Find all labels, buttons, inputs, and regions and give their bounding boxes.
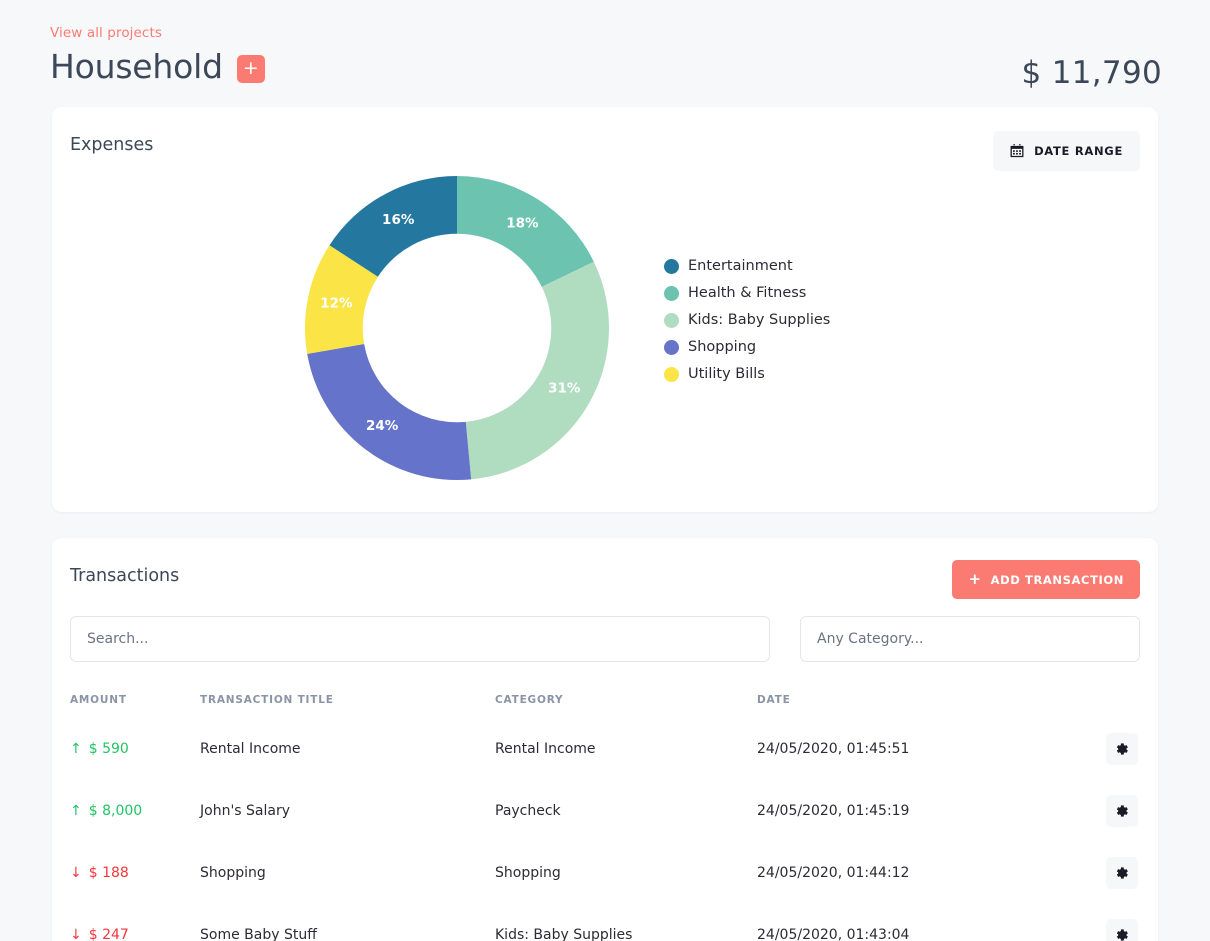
amount-direction-icon: ↑ (70, 803, 82, 819)
amount-direction-icon: ↑ (70, 741, 82, 757)
table-row[interactable]: ↑ $ 8,000 John's Salary Paycheck 24/05/2020,… (52, 780, 1158, 842)
transactions-table-head: AMOUNT TRANSACTION TITLE CATEGORY DATE (52, 682, 1158, 718)
cell-date: 24/05/2020, 01:45:51 (757, 741, 910, 757)
donut-slice-label: 18% (506, 216, 539, 232)
cell-transaction-title: Rental Income (200, 741, 301, 757)
donut-slice-label: 12% (320, 295, 353, 311)
legend-item[interactable]: Shopping (664, 339, 830, 355)
cell-amount: ↓ $ 247 (52, 904, 200, 941)
column-header-title[interactable]: TRANSACTION TITLE (200, 682, 495, 718)
total-amount: $ 11,790 (1021, 55, 1162, 91)
cell-transaction-title: Shopping (200, 865, 266, 881)
transactions-card-title: Transactions (70, 566, 180, 586)
row-settings-button[interactable] (1106, 919, 1138, 941)
cell-actions (1047, 718, 1158, 780)
legend-item[interactable]: Entertainment (664, 258, 830, 274)
legend-item-label: Kids: Baby Supplies (688, 312, 831, 328)
cell-amount: ↑ $ 590 (52, 718, 200, 780)
legend-item-label: Entertainment (688, 258, 793, 274)
legend-item[interactable]: Health & Fitness (664, 285, 830, 301)
legend-color-swatch (664, 258, 679, 274)
table-row[interactable]: ↑ $ 590 Rental Income Rental Income 24/05/20… (52, 718, 1158, 780)
expenses-card: Expenses DATE RANGE 18% 31% 24% 12% 16% (52, 107, 1158, 512)
add-project-button[interactable]: + (236, 54, 265, 83)
search-input[interactable] (70, 616, 770, 662)
legend-color-swatch (664, 312, 679, 328)
gear-icon (1115, 804, 1129, 818)
amount-value: $ 8,000 (88, 803, 143, 819)
row-settings-button[interactable] (1106, 733, 1138, 765)
category-filter-input[interactable] (800, 616, 1140, 662)
page-title: Household (50, 47, 223, 86)
row-settings-button[interactable] (1106, 795, 1138, 827)
cell-amount: ↑ $ 8,000 (52, 780, 200, 842)
cell-category: Shopping (495, 865, 561, 881)
chart-legend: Entertainment Health & Fitness Kids: Baby … (664, 258, 830, 382)
table-row[interactable]: ↓ $ 188 Shopping Shopping 24/05/2020, 01:44:… (52, 842, 1158, 904)
amount-value: $ 590 (88, 741, 129, 757)
gear-icon (1115, 866, 1129, 880)
cell-actions (1047, 904, 1158, 941)
donut-svg: 18% 31% 24% 12% 16% (305, 176, 609, 481)
column-header-actions (1047, 682, 1158, 718)
amount-direction-icon: ↓ (70, 865, 82, 881)
title-row: Household + (50, 50, 1160, 83)
gear-icon (1115, 928, 1129, 941)
add-transaction-button[interactable]: + ADD TRANSACTION (952, 560, 1140, 599)
amount-value: $ 188 (88, 865, 129, 881)
donut-slice-label: 16% (382, 212, 415, 228)
view-all-projects-link[interactable]: View all projects (50, 25, 162, 41)
cell-date: 24/05/2020, 01:43:04 (757, 927, 910, 941)
legend-color-swatch (664, 366, 679, 382)
plus-icon: + (968, 570, 982, 588)
gear-icon (1115, 742, 1129, 756)
legend-item-label: Shopping (688, 339, 757, 355)
cell-transaction-title: John's Salary (200, 803, 291, 819)
cell-transaction-title: Some Baby Stuff (200, 927, 317, 941)
legend-item-label: Health & Fitness (688, 285, 807, 301)
legend-color-swatch (664, 339, 679, 355)
row-settings-button[interactable] (1106, 857, 1138, 889)
transactions-card: Transactions + ADD TRANSACTION AMOUNT TR… (52, 538, 1158, 941)
chart-area: 18% 31% 24% 12% 16% Entertainment Health & Fi… (52, 163, 1158, 493)
page-header: View all projects Household + $ 11,790 (0, 0, 1210, 91)
amount-direction-icon: ↓ (70, 927, 82, 941)
expenses-donut-chart: 18% 31% 24% 12% 16% (302, 173, 612, 483)
cell-category: Kids: Baby Supplies (495, 927, 633, 941)
cell-date: 24/05/2020, 01:44:12 (757, 865, 910, 881)
expenses-card-title: Expenses (70, 135, 154, 155)
cell-category: Rental Income (495, 741, 596, 757)
add-transaction-button-label: ADD TRANSACTION (990, 572, 1124, 587)
legend-item-label: Utility Bills (688, 366, 765, 382)
amount-value: $ 247 (88, 927, 129, 941)
column-header-date[interactable]: DATE (757, 682, 1047, 718)
cell-amount: ↓ $ 188 (52, 842, 200, 904)
donut-slice[interactable] (465, 261, 609, 480)
donut-slice-label: 24% (366, 418, 399, 434)
legend-item[interactable]: Kids: Baby Supplies (664, 312, 830, 328)
donut-slice-label: 31% (548, 380, 581, 396)
table-header-row: AMOUNT TRANSACTION TITLE CATEGORY DATE (52, 682, 1158, 718)
transactions-table: AMOUNT TRANSACTION TITLE CATEGORY DATE ↑… (52, 682, 1158, 941)
transactions-table-body: ↑ $ 590 Rental Income Rental Income 24/05/20… (52, 718, 1158, 941)
cell-category: Paycheck (495, 803, 561, 819)
calendar-icon (1010, 144, 1024, 158)
legend-color-swatch (664, 285, 679, 301)
legend-item[interactable]: Utility Bills (664, 366, 830, 382)
cell-date: 24/05/2020, 01:45:19 (757, 803, 910, 819)
donut-slice[interactable] (307, 344, 472, 481)
cell-actions (1047, 780, 1158, 842)
table-row[interactable]: ↓ $ 247 Some Baby Stuff Kids: Baby Supplies… (52, 904, 1158, 941)
cell-actions (1047, 842, 1158, 904)
column-header-category[interactable]: CATEGORY (495, 682, 757, 718)
column-header-amount[interactable]: AMOUNT (52, 682, 200, 718)
app-page: View all projects Household + $ 11,790 E… (0, 0, 1210, 941)
date-range-button-label: DATE RANGE (1034, 144, 1123, 158)
